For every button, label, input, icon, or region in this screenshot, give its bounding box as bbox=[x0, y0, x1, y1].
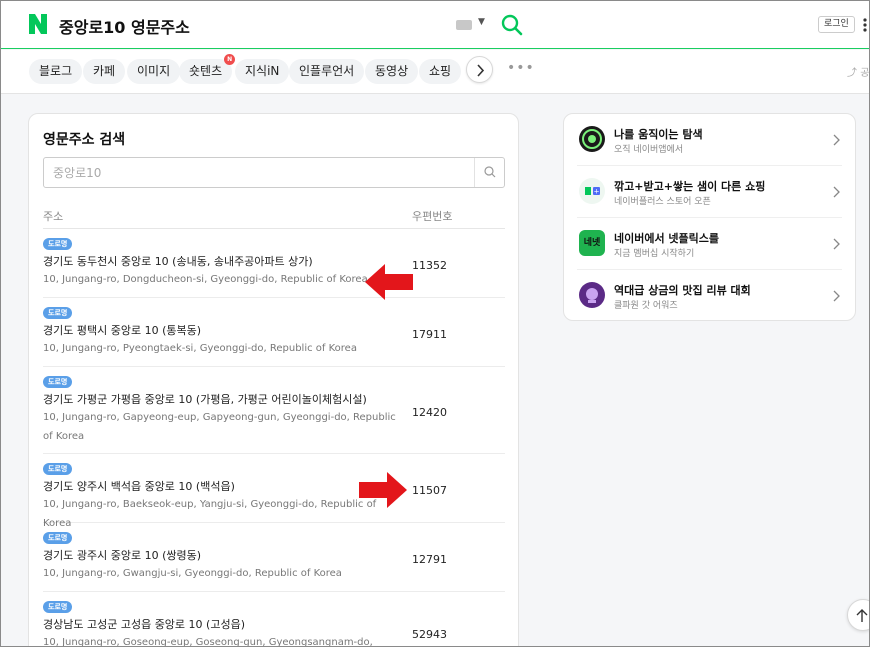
road-name-badge: 도로명 bbox=[43, 307, 73, 319]
zip-code: 12791 bbox=[412, 553, 447, 566]
login-button[interactable]: 로그인 bbox=[818, 16, 855, 33]
korean-address[interactable]: 경기도 양주시 백석읍 중앙로 10 (백석읍) bbox=[43, 478, 235, 494]
column-header-address: 주소 bbox=[43, 210, 64, 223]
road-name-badge: 도로명 bbox=[43, 532, 73, 544]
keyboard-icon[interactable] bbox=[456, 20, 472, 30]
browser-frame: 중앙로10 영문주소 ▼ 로그인 블로그 카페 이미지 숏텐츠 N 지식iN 인플… bbox=[0, 0, 870, 647]
arrow-up-icon bbox=[856, 609, 868, 622]
english-address[interactable]: 10, Jungang-ro, Dongducheon-si, Gyeonggi… bbox=[43, 270, 405, 289]
english-address[interactable]: 10, Jungang-ro, Pyeongtaek-si, Gyeonggi-… bbox=[43, 339, 405, 358]
english-address[interactable]: 10, Jungang-ro, Gwangju-si, Gyeonggi-do,… bbox=[43, 564, 405, 583]
table-row: 도로명 경기도 가평군 가평읍 중앙로 10 (가평읍, 가평군 어린이놀이체험… bbox=[43, 367, 505, 454]
naver-plus-store-icon: + bbox=[579, 178, 605, 204]
zip-code: 12420 bbox=[412, 406, 447, 419]
tab-kin[interactable]: 지식iN bbox=[235, 59, 290, 84]
promo-title: 역대급 상금의 맛집 리뷰 대회 bbox=[614, 284, 751, 297]
tab-shortents[interactable]: 숏텐츠 N bbox=[179, 54, 236, 84]
korean-address[interactable]: 경기도 가평군 가평읍 중앙로 10 (가평읍, 가평군 어린이놀이체험시설) bbox=[43, 391, 367, 407]
zip-code: 11352 bbox=[412, 259, 447, 272]
search-icon[interactable] bbox=[500, 13, 524, 37]
road-name-badge: 도로명 bbox=[43, 601, 73, 613]
zip-code: 52943 bbox=[412, 628, 447, 641]
promo-item[interactable]: 네넷 네이버에서 넷플릭스를 지금 멤버십 시작하기 bbox=[577, 218, 842, 270]
red-arrow-left-icon bbox=[365, 264, 413, 300]
search-header: 중앙로10 영문주소 ▼ 로그인 bbox=[1, 1, 869, 49]
scroll-top-button[interactable] bbox=[847, 599, 869, 631]
naver-logo-icon[interactable] bbox=[29, 14, 47, 34]
promo-subtitle: 오직 네이버앱에서 bbox=[614, 145, 684, 155]
column-header-zip: 우편번호 bbox=[412, 210, 453, 223]
tab-influencer[interactable]: 인플루언서 bbox=[289, 59, 365, 84]
card-title: 영문주소 검색 bbox=[43, 132, 126, 148]
search-tabs: 블로그 카페 이미지 숏텐츠 N 지식iN 인플루언서 동영상 쇼핑 ••• ⤴ … bbox=[1, 50, 869, 94]
chevron-right-icon bbox=[833, 238, 840, 250]
promo-item[interactable]: + 깎고+받고+쌓는 샘이 다른 쇼핑 네이버플러스 스토어 오픈 bbox=[577, 166, 842, 218]
chevron-right-icon bbox=[833, 186, 840, 198]
tab-video[interactable]: 동영상 bbox=[365, 59, 419, 84]
promo-title: 깎고+받고+쌓는 샘이 다른 쇼핑 bbox=[614, 180, 766, 193]
chevron-right-icon bbox=[833, 290, 840, 302]
menu-icon[interactable] bbox=[863, 18, 867, 32]
promo-item[interactable]: 역대급 상금의 맛집 리뷰 대회 클파원 갓 어워즈 bbox=[577, 270, 842, 322]
red-arrow-right-icon bbox=[359, 472, 407, 508]
promo-card: 나를 움직이는 탐색 오직 네이버앱에서 + 깎고+받고+쌓는 샘이 다른 쇼핑… bbox=[563, 113, 856, 321]
promo-subtitle: 지금 멤버십 시작하기 bbox=[614, 249, 695, 259]
chevron-right-icon bbox=[477, 64, 485, 77]
search-icon bbox=[484, 166, 496, 178]
table-row: 도로명 경기도 동두천시 중앙로 10 (송내동, 송내주공아파트 상가) 10… bbox=[43, 229, 505, 298]
zip-code: 11507 bbox=[412, 484, 447, 497]
korean-address[interactable]: 경기도 동두천시 중앙로 10 (송내동, 송내주공아파트 상가) bbox=[43, 253, 313, 269]
promo-subtitle: 네이버플러스 스토어 오픈 bbox=[614, 197, 711, 207]
table-row: 도로명 경상남도 고성군 고성읍 중앙로 10 (고성읍) 10, Jungan… bbox=[43, 592, 505, 646]
search-query-text[interactable]: 중앙로10 영문주소 bbox=[59, 14, 190, 38]
naver-app-icon bbox=[579, 126, 605, 152]
tab-blog[interactable]: 블로그 bbox=[29, 59, 83, 84]
road-name-badge: 도로명 bbox=[43, 463, 73, 475]
promo-title: 나를 움직이는 탐색 bbox=[614, 128, 703, 141]
promo-subtitle: 클파원 갓 어워즈 bbox=[614, 301, 678, 311]
road-name-badge: 도로명 bbox=[43, 376, 73, 388]
road-name-badge: 도로명 bbox=[43, 238, 73, 250]
caret-down-icon[interactable]: ▼ bbox=[478, 17, 485, 27]
share-button[interactable]: ⤴ 공 bbox=[847, 64, 869, 79]
zip-code: 17911 bbox=[412, 328, 447, 341]
english-address[interactable]: 10, Jungang-ro, Goseong-eup, Goseong-gun… bbox=[43, 633, 405, 646]
address-search-input[interactable] bbox=[44, 158, 474, 187]
english-address-card: 영문주소 검색 주소 우편번호 도로명 경기도 동두천시 중앙로 10 (송내동… bbox=[28, 113, 519, 646]
address-search-button[interactable] bbox=[474, 158, 504, 187]
tab-cafe[interactable]: 카페 bbox=[83, 59, 126, 84]
table-row: 도로명 경기도 광주시 중앙로 10 (쌍령동) 10, Jungang-ro,… bbox=[43, 523, 505, 592]
table-row: 도로명 경기도 평택시 중앙로 10 (통복동) 10, Jungang-ro,… bbox=[43, 298, 505, 367]
promo-item[interactable]: 나를 움직이는 탐색 오직 네이버앱에서 bbox=[577, 114, 842, 166]
more-dots-icon[interactable]: ••• bbox=[507, 60, 535, 76]
table-row: 도로명 경기도 양주시 백석읍 중앙로 10 (백석읍) 10, Jungang… bbox=[43, 454, 505, 529]
new-badge: N bbox=[224, 54, 236, 65]
korean-address[interactable]: 경기도 평택시 중앙로 10 (통복동) bbox=[43, 322, 201, 338]
korean-address[interactable]: 경상남도 고성군 고성읍 중앙로 10 (고성읍) bbox=[43, 616, 245, 632]
award-icon bbox=[579, 282, 605, 308]
svg-text:+: + bbox=[594, 188, 600, 196]
tabs-next-button[interactable] bbox=[466, 56, 493, 83]
promo-title: 네이버에서 넷플릭스를 bbox=[614, 232, 720, 245]
address-search-box bbox=[43, 157, 505, 188]
korean-address[interactable]: 경기도 광주시 중앙로 10 (쌍령동) bbox=[43, 547, 201, 563]
chevron-right-icon bbox=[833, 134, 840, 146]
netflix-membership-icon: 네넷 bbox=[579, 230, 605, 256]
tab-image[interactable]: 이미지 bbox=[127, 59, 181, 84]
tab-shopping[interactable]: 쇼핑 bbox=[419, 59, 462, 84]
english-address[interactable]: 10, Jungang-ro, Gapyeong-eup, Gapyeong-g… bbox=[43, 408, 405, 446]
